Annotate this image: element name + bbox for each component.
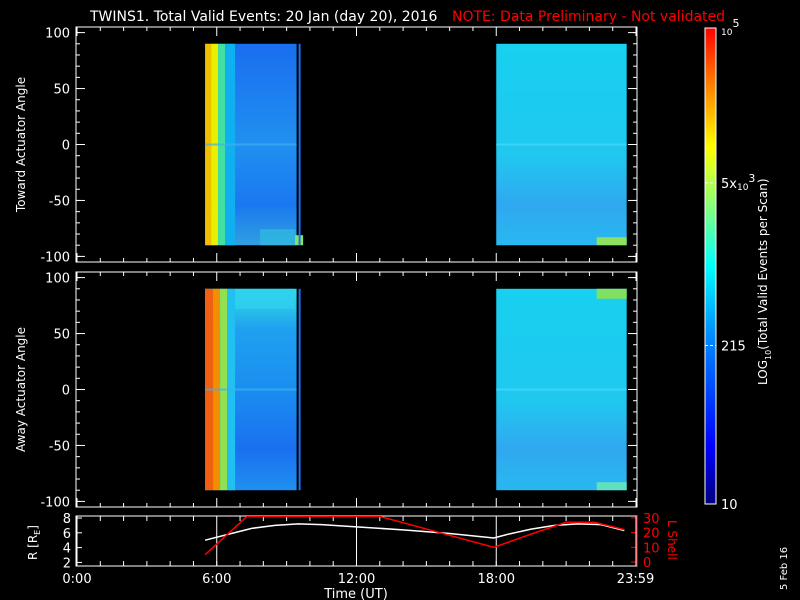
y-right-tick-label: 20 xyxy=(643,527,660,542)
tick-exponent: 5 xyxy=(732,17,739,30)
tick-prefix: 215 xyxy=(721,339,746,354)
y-tick-label: 100 xyxy=(45,272,70,287)
y-axis-label: R [RE] xyxy=(26,525,42,560)
y-tick-label: 0 xyxy=(62,384,70,399)
tick-prefix: 5x xyxy=(721,177,737,192)
heatmap-patch xyxy=(596,482,627,491)
y-axis-label-close: ] xyxy=(26,525,40,530)
y-axis-label-text: R [R xyxy=(26,535,40,560)
y-right-tick-label: 10 xyxy=(643,541,660,556)
tick-base: 10 xyxy=(721,28,733,38)
x-axis-label: Time (UT) xyxy=(323,587,388,600)
tick-base: 10 xyxy=(737,183,749,193)
colorbar-tick-label: 215 xyxy=(721,339,746,354)
twins-plot: TWINS1. Total Valid Events: 20 Jan (day … xyxy=(14,9,790,600)
y-tick-label: -100 xyxy=(40,495,70,510)
colorbar-tick-label: 5x103 xyxy=(721,172,755,193)
series-line-l-shell xyxy=(204,516,625,556)
y-tick-label: 2 xyxy=(63,556,71,571)
heatmap-patch xyxy=(260,229,296,246)
colorbar-scale xyxy=(704,27,717,505)
tick-prefix: 10 xyxy=(721,498,738,513)
date-stamp: 5 Feb 16 xyxy=(779,547,790,590)
y-right-axis-label: L Shell xyxy=(665,520,679,560)
x-tick-label: 18:00 xyxy=(478,572,515,587)
y-axis-label: Away Actuator Angle xyxy=(14,327,28,452)
y-tick-label: 8 xyxy=(63,512,71,527)
heatmap-patch xyxy=(596,288,627,299)
heatmap-line xyxy=(298,43,301,246)
y-right-tick-label: 0 xyxy=(643,556,651,571)
toward-panel: 100 50 0 -50 -100 Toward Actuator Angle xyxy=(14,26,638,265)
x-tick-label: 6:00 xyxy=(202,572,231,587)
x-tick-label: 0:00 xyxy=(62,572,91,587)
colorbar-label: LOG10(Total Valid Events per Scan) xyxy=(756,178,773,385)
y-tick-label: 100 xyxy=(45,27,70,42)
orbit-panel: 8642 3020100 0:00 6:00 12:00 18:00 23:59 Time (… xyxy=(26,512,679,600)
x-tick-label: 12:00 xyxy=(338,572,375,587)
colorbar: 1055x10321510 LOG10(Total Valid Events p… xyxy=(704,17,773,513)
colorbar-tick-label: 10 xyxy=(721,498,738,513)
tick-exponent: 3 xyxy=(748,172,755,185)
y-tick-label: 50 xyxy=(53,328,70,343)
y-tick-label: -100 xyxy=(40,250,70,265)
heatmap-patch xyxy=(596,237,627,246)
x-tick-label: 23:59 xyxy=(617,572,654,587)
y-axis-label: Toward Actuator Angle xyxy=(14,77,28,213)
y-tick-label: 0 xyxy=(62,139,70,154)
y-tick-label: -50 xyxy=(49,439,70,454)
y-right-tick-label: 30 xyxy=(643,512,660,527)
heatmap-line xyxy=(298,288,301,491)
y-tick-label: 6 xyxy=(63,527,71,542)
plot-title: TWINS1. Total Valid Events: 20 Jan (day … xyxy=(89,9,437,25)
away-panel: 100 50 0 -50 -100 Away Actuator Angle xyxy=(14,271,638,510)
heatmap-patch xyxy=(235,288,295,309)
preliminary-note: NOTE: Data Preliminary - Not validated xyxy=(452,9,725,25)
y-tick-label: -50 xyxy=(49,194,70,209)
y-tick-label: 50 xyxy=(53,83,70,98)
y-tick-label: 4 xyxy=(63,542,71,557)
